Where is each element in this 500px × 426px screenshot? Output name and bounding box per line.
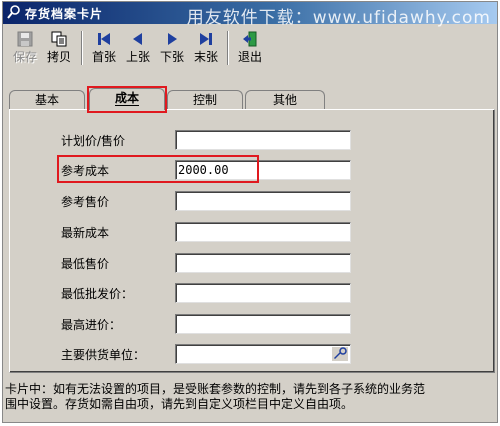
form-row-highest-purchase-price: 最高进价： [61, 314, 371, 334]
title-bar[interactable]: 存货档案卡片 用友软件下载：www.ufidawhy.com [3, 2, 497, 28]
last-record-icon [200, 33, 212, 45]
tab-other[interactable]: 其他 [245, 90, 325, 110]
first-record-icon [98, 33, 110, 45]
reference-price-label: 参考售价 [61, 195, 110, 209]
latest-cost-label: 最新成本 [61, 226, 110, 240]
save-button[interactable]: 保存 [9, 29, 41, 67]
tab-strip: 基本 成本 控制 其他 [9, 88, 495, 110]
window-title: 存货档案卡片 [25, 7, 104, 21]
copy-label: 拷贝 [46, 50, 71, 64]
first-record-label: 首张 [91, 50, 116, 64]
lowest-price-input[interactable] [175, 253, 351, 273]
reference-price-input[interactable] [175, 191, 351, 211]
copy-button[interactable]: 拷贝 [43, 29, 75, 67]
form-row-latest-cost: 最新成本 [61, 222, 371, 242]
form-row-reference-price: 参考售价 [61, 191, 371, 211]
lowest-wholesale-price-input[interactable] [175, 283, 351, 303]
status-text-line-2: 围中设置。存货如需自由项，请先到自定义项栏目中定义自由项。 [5, 397, 354, 411]
planned-price-label: 计划价/售价 [61, 134, 126, 148]
first-record-button[interactable]: 首张 [89, 29, 119, 67]
next-record-button[interactable]: 下张 [157, 29, 187, 67]
previous-record-label: 上张 [125, 50, 150, 64]
previous-record-button[interactable]: 上张 [123, 29, 153, 67]
exit-button[interactable]: 退出 [235, 29, 265, 67]
planned-price-input[interactable] [175, 130, 351, 150]
exit-icon [243, 31, 257, 47]
toolbar-separator [227, 31, 229, 65]
form-row-lowest-wholesale-price: 最低批发价： [61, 283, 371, 303]
tab-control-label: 控制 [192, 93, 217, 107]
form-row-lowest-price: 最低售价 [61, 253, 371, 273]
form-row-main-supplier: 主要供货单位： [61, 344, 371, 364]
status-text-line-1: 卡片中：如有无法设置的项目，是受账套参数的控制，请先到各子系统的业务范 [5, 382, 426, 396]
last-record-button[interactable]: 末张 [191, 29, 221, 67]
tab-control[interactable]: 控制 [167, 90, 243, 110]
highest-purchase-price-label: 最高进价： [61, 318, 122, 332]
latest-cost-input[interactable] [175, 222, 351, 242]
reference-lookup-icon[interactable] [332, 347, 348, 361]
exit-label: 退出 [237, 50, 262, 64]
tab-highlight-box [87, 86, 167, 113]
tab-basic-label: 基本 [34, 93, 59, 107]
next-record-label: 下张 [159, 50, 184, 64]
previous-record-icon [133, 33, 142, 45]
tab-other-label: 其他 [272, 93, 297, 107]
form-row-planned-price: 计划价/售价 [61, 130, 371, 150]
lowest-wholesale-price-label: 最低批发价： [61, 287, 134, 301]
main-supplier-input[interactable] [175, 344, 351, 364]
status-bar: 卡片中：如有无法设置的项目，是受账套参数的控制，请先到各子系统的业务范 围中设置… [5, 382, 497, 412]
reference-cost-highlight-box [57, 155, 259, 183]
toolbar: 保存 拷贝 首张 上张 下张 末张 退出 [5, 27, 497, 71]
last-record-label: 末张 [193, 50, 218, 64]
next-record-icon [168, 33, 177, 45]
toolbar-separator [81, 31, 83, 65]
save-icon [17, 31, 33, 47]
tab-basic[interactable]: 基本 [9, 90, 85, 110]
save-label: 保存 [12, 50, 37, 64]
copy-icon [51, 31, 67, 47]
lowest-price-label: 最低售价 [61, 257, 110, 271]
inventory-card-window: 存货档案卡片 用友软件下载：www.ufidawhy.com 保存 拷贝 首张 … [2, 1, 498, 423]
highest-purchase-price-input[interactable] [175, 314, 351, 334]
main-supplier-label: 主要供货单位： [61, 348, 146, 362]
search-icon [7, 5, 20, 19]
watermark-text: 用友软件下载：www.ufidawhy.com [186, 8, 491, 28]
